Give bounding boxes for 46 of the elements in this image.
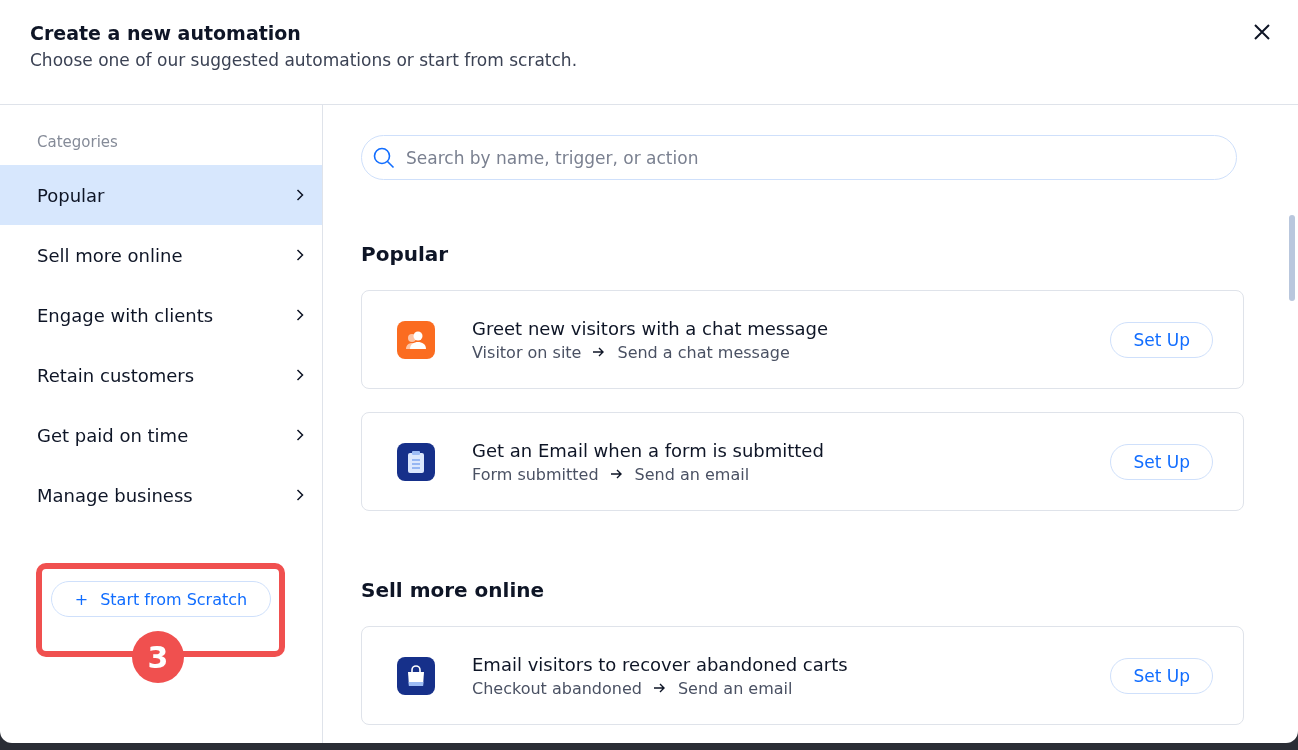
chevron-right-icon	[296, 249, 304, 261]
dialog-subtitle: Choose one of our suggested automations or start from scratch.	[30, 50, 579, 70]
trigger-label: Checkout abandoned	[472, 678, 642, 698]
automation-title: Get an Email when a form is submitted	[472, 439, 824, 461]
chevron-right-icon	[296, 369, 304, 381]
scrollbar-thumb[interactable]	[1289, 215, 1295, 301]
category-item[interactable]: Sell more online	[0, 225, 322, 285]
category-label: Get paid on time	[37, 424, 189, 446]
automation-title: Greet new visitors with a chat message	[472, 317, 829, 339]
automation-title: Email visitors to recover abandoned carts	[472, 653, 848, 675]
category-label: Retain customers	[37, 364, 195, 386]
person-icon	[405, 329, 427, 350]
categories-heading: Categories	[36, 133, 119, 151]
trigger-label: Form submitted	[472, 464, 599, 484]
category-label: Sell more online	[37, 244, 183, 266]
category-item[interactable]: Manage business	[0, 465, 322, 525]
category-item[interactable]: Engage with clients	[0, 285, 322, 345]
category-label: Popular	[37, 184, 105, 206]
section-title: Sell more online	[361, 578, 545, 602]
section-title: Popular	[361, 242, 449, 266]
action-label: Send a chat message	[617, 342, 790, 362]
category-item[interactable]: Retain customers	[0, 345, 322, 405]
clipboard-icon	[407, 449, 425, 474]
arrow-right-icon	[653, 683, 666, 693]
category-label: Engage with clients	[37, 304, 214, 326]
shopping-bag-icon	[406, 664, 426, 687]
arrow-right-icon	[610, 469, 623, 479]
step-badge: 3	[132, 631, 184, 683]
dialog-title: Create a new automation	[30, 22, 301, 44]
search-field[interactable]: Search by name, trigger, or action	[361, 135, 1237, 180]
arrow-right-icon	[593, 347, 606, 357]
chevron-right-icon	[296, 189, 304, 201]
set-up-button[interactable]: Set Up	[1110, 657, 1213, 694]
start-from-scratch-button[interactable]: + Start from Scratch	[51, 581, 271, 617]
action-label: Send an email	[634, 464, 750, 484]
set-up-button[interactable]: Set Up	[1110, 443, 1213, 480]
chevron-right-icon	[296, 489, 304, 501]
chevron-right-icon	[296, 429, 304, 441]
category-item[interactable]: Get paid on time	[0, 405, 322, 465]
set-up-button[interactable]: Set Up	[1110, 321, 1213, 358]
chevron-right-icon	[296, 309, 304, 321]
category-label: Manage business	[37, 484, 193, 506]
trigger-label: Visitor on site	[472, 342, 582, 362]
search-icon	[373, 147, 395, 169]
action-label: Send an email	[677, 678, 793, 698]
category-item[interactable]: Popular	[0, 165, 322, 225]
